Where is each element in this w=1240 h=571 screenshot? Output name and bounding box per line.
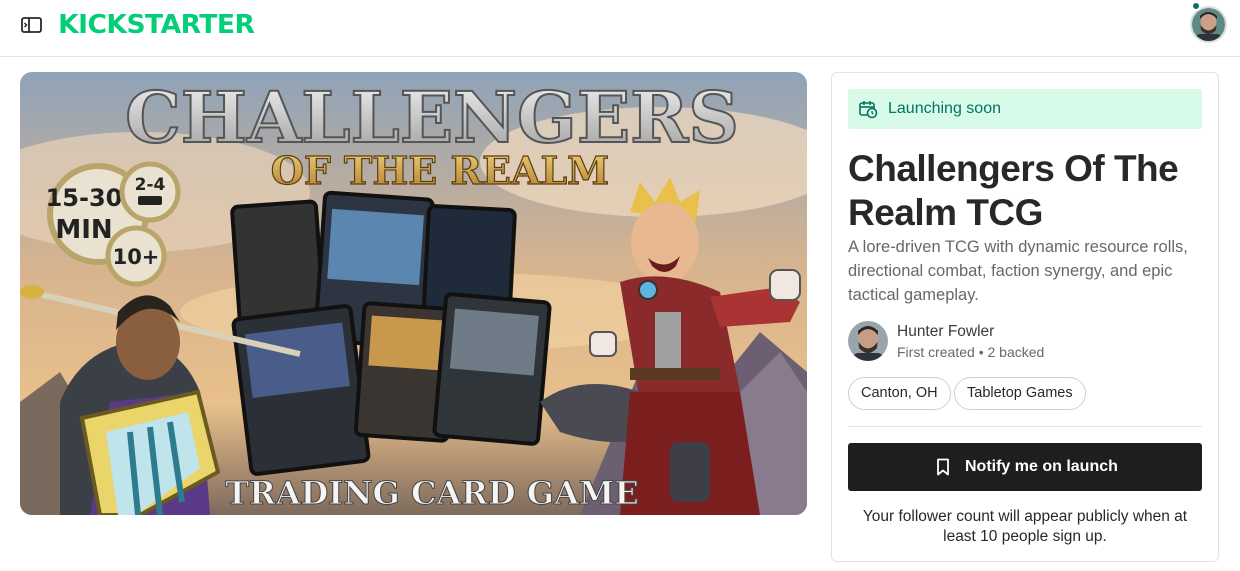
project-hero-image[interactable]: CHALLENGERS OF THE REALM 15-30 MIN 2-4 1… bbox=[20, 72, 807, 515]
top-nav: KICKSTARTER bbox=[0, 0, 1240, 57]
playtime-unit: MIN bbox=[55, 215, 112, 245]
user-avatar[interactable] bbox=[1190, 6, 1227, 43]
project-title: Challengers Of The Realm TCG bbox=[848, 148, 1179, 233]
location-tag[interactable]: Canton, OH bbox=[848, 377, 951, 410]
divider bbox=[848, 426, 1202, 427]
kickstarter-logo[interactable]: KICKSTARTER bbox=[58, 10, 255, 40]
project-blurb: A lore-driven TCG with dynamic resource … bbox=[848, 238, 1188, 304]
hero-title-line1: CHALLENGERS bbox=[125, 76, 739, 159]
notification-dot bbox=[1191, 1, 1201, 11]
status-banner: Launching soon bbox=[848, 89, 1202, 129]
category-tag[interactable]: Tabletop Games bbox=[954, 377, 1086, 410]
bookmark-icon bbox=[937, 458, 949, 476]
sidebar-toggle-icon[interactable] bbox=[20, 15, 44, 35]
creator-meta: First created • 2 backed bbox=[897, 344, 1045, 360]
hero-title-line2: OF THE REALM bbox=[271, 148, 610, 193]
age-value: 10+ bbox=[113, 245, 160, 269]
follower-count-note: Your follower count will appear publicly… bbox=[862, 508, 1188, 545]
playtime-value: 15-30 bbox=[46, 184, 123, 212]
hero-footer-text: TRADING CARD GAME bbox=[225, 474, 638, 512]
project-info-panel: Launching soon Challengers Of The Realm … bbox=[831, 72, 1219, 562]
notify-button-label: Notify me on launch bbox=[965, 458, 1118, 475]
status-text: Launching soon bbox=[888, 100, 1001, 117]
notify-me-button[interactable]: Notify me on launch bbox=[848, 443, 1202, 491]
creator-name[interactable]: Hunter Fowler bbox=[897, 323, 994, 341]
creator-avatar[interactable] bbox=[848, 321, 888, 361]
players-value: 2-4 bbox=[135, 175, 166, 195]
calendar-clock-icon bbox=[859, 101, 878, 119]
card-stack bbox=[230, 190, 552, 476]
